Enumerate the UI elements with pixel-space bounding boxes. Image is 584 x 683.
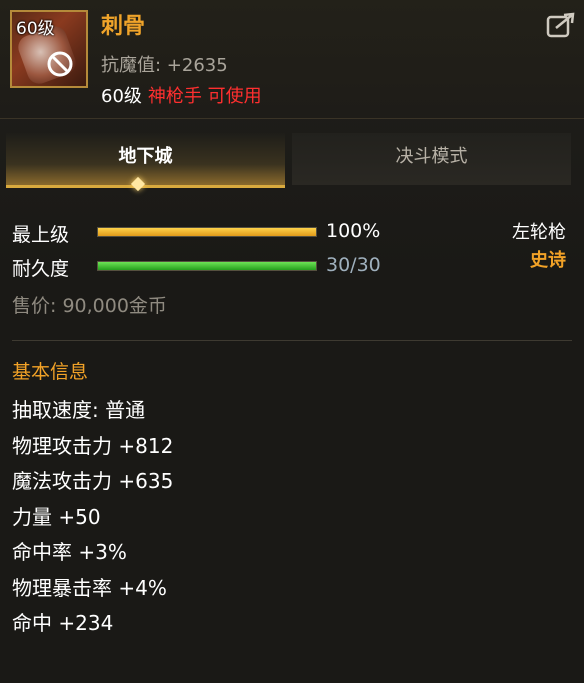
basic-info-list: 抽取速度: 普通 物理攻击力 +812 魔法攻击力 +635 力量 +50 命中… — [12, 395, 173, 644]
magic-attack-stat: 魔法攻击力 +635 — [12, 469, 174, 493]
requirement-line: 60级 神枪手 可使用 — [101, 82, 262, 108]
hit-stat: 命中 +234 — [12, 611, 114, 635]
grade-value: 100% — [326, 220, 381, 242]
tab-pvp-mode[interactable]: 决斗模式 — [292, 133, 571, 185]
level-badge: 60级 — [16, 19, 55, 39]
strength-stat: 力量 +50 — [12, 504, 101, 529]
mode-tabs: 地下城 决斗模式 — [6, 133, 578, 188]
physical-attack-stat: 物理攻击力 +812 — [12, 433, 174, 458]
grade-bar — [97, 227, 317, 237]
sell-price: 售价: 90,000金币 — [12, 295, 167, 317]
durability-label: 耐久度 — [12, 258, 70, 280]
item-name: 刺骨 — [101, 14, 146, 39]
durability-bar-fill — [98, 262, 316, 270]
rarity-label: 史诗 — [530, 250, 566, 271]
divider — [12, 340, 572, 341]
required-class: 神枪手 可使用 — [147, 86, 262, 107]
grade-bar-fill — [98, 228, 316, 236]
weapon-type: 左轮枪 — [512, 222, 566, 243]
grade-label: 最上级 — [12, 224, 70, 246]
physical-crit-stat: 物理暴击率 +4% — [12, 575, 167, 600]
share-export-icon[interactable] — [546, 12, 576, 38]
hit-rate-stat: 命中率 +3% — [12, 540, 127, 564]
magic-resist-stat: 抗魔值: +2635 — [101, 55, 228, 76]
durability-value: 30/30 — [326, 254, 381, 276]
basic-info-title: 基本信息 — [12, 361, 89, 383]
tab-dungeon[interactable]: 地下城 — [6, 133, 285, 188]
required-level: 60级 — [101, 86, 142, 107]
durability-bar — [97, 261, 317, 271]
item-tooltip-panel: 60级 刺骨 抗魔值: +2635 60级 神枪手 可使用 地下城 决斗模式 最上… — [0, 0, 584, 683]
attack-speed-stat: 抽取速度: 普通 — [12, 398, 146, 422]
item-header: 60级 刺骨 抗魔值: +2635 60级 神枪手 可使用 — [0, 0, 584, 119]
ban-icon — [47, 51, 73, 77]
item-icon: 60级 — [10, 10, 88, 88]
